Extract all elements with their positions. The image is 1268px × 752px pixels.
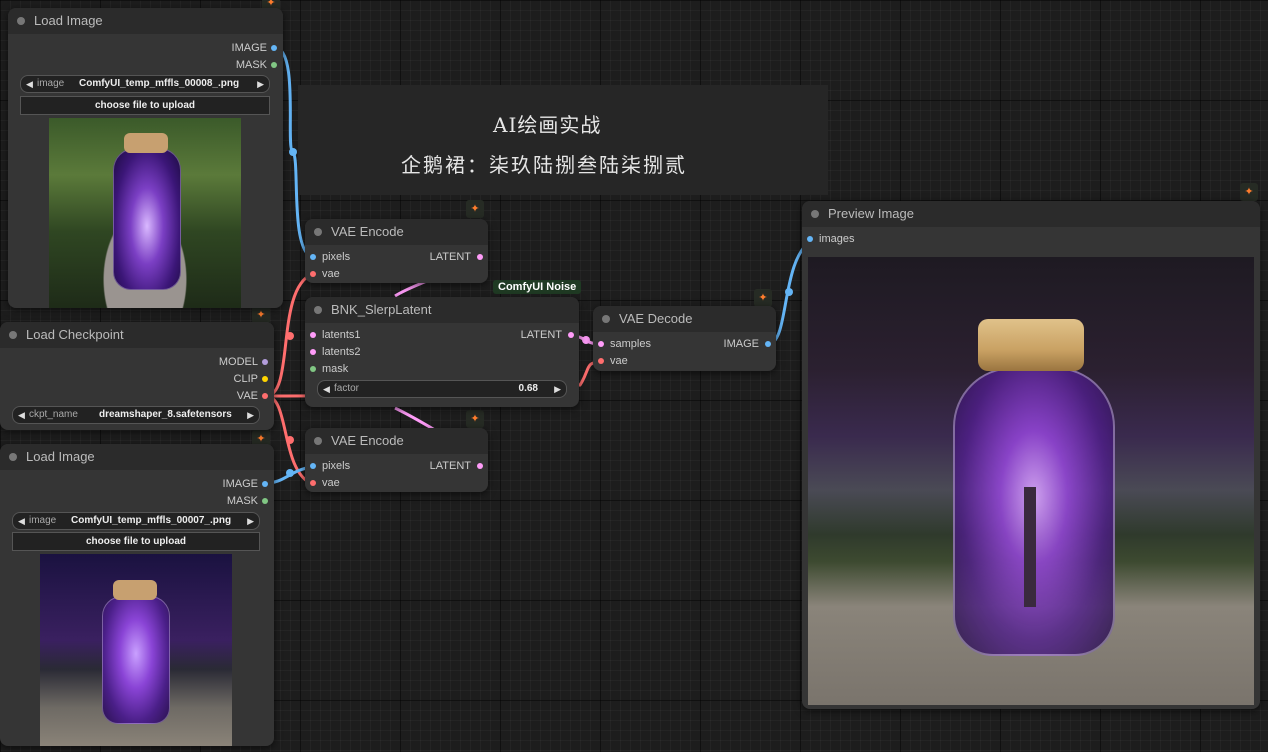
node-title[interactable]: VAE Encode bbox=[305, 428, 488, 454]
arrow-left-icon[interactable]: ◀ bbox=[18, 407, 25, 423]
input-pixels-socket[interactable] bbox=[310, 254, 316, 260]
image-preview-thumbnail bbox=[40, 554, 232, 746]
input-latents1-label: latents1 bbox=[322, 329, 361, 341]
arrow-left-icon[interactable]: ◀ bbox=[18, 513, 25, 529]
collapse-dot-icon[interactable] bbox=[9, 453, 17, 461]
text-note[interactable]: AI绘画实战 企鹅裙：柒玖陆捌叁陆柒捌贰 bbox=[298, 85, 828, 195]
node-title[interactable]: Preview Image bbox=[802, 201, 1260, 227]
vae-encode-node-1[interactable]: VAE Encode pixels vae LATENT bbox=[305, 219, 488, 283]
fox-icon: ✦ bbox=[754, 289, 772, 307]
output-vae-label: VAE bbox=[236, 390, 258, 402]
collapse-dot-icon[interactable] bbox=[17, 17, 25, 25]
output-latent-socket[interactable] bbox=[477, 254, 483, 260]
load-checkpoint-node[interactable]: Load Checkpoint MODEL CLIP VAE ◀ ckpt_na… bbox=[0, 322, 274, 430]
arrow-right-icon[interactable]: ▶ bbox=[257, 76, 264, 92]
output-clip-socket[interactable] bbox=[262, 376, 268, 382]
image-selector[interactable]: ◀ image ComfyUI_temp_mffls_00007_.png ▶ bbox=[12, 512, 260, 530]
fox-icon: ✦ bbox=[1240, 183, 1258, 201]
node-title[interactable]: BNK_SlerpLatent bbox=[305, 297, 579, 323]
output-mask-label: MASK bbox=[226, 495, 258, 507]
output-model-socket[interactable] bbox=[262, 359, 268, 365]
output-model-label: MODEL bbox=[218, 356, 258, 368]
node-title[interactable]: VAE Decode bbox=[593, 306, 776, 332]
output-latent-label: LATENT bbox=[429, 251, 471, 263]
upload-button[interactable]: choose file to upload bbox=[12, 532, 260, 551]
upload-button[interactable]: choose file to upload bbox=[20, 96, 270, 115]
cork-shape bbox=[113, 580, 157, 600]
input-vae-socket[interactable] bbox=[310, 271, 316, 277]
output-mask-socket[interactable] bbox=[271, 62, 277, 68]
input-vae-socket[interactable] bbox=[598, 358, 604, 364]
input-vae-label: vae bbox=[322, 268, 340, 280]
image-preview-thumbnail bbox=[49, 118, 241, 308]
output-latent-socket[interactable] bbox=[477, 463, 483, 469]
load-image-node-1[interactable]: Load Image IMAGE MASK ◀ image ComfyUI_te… bbox=[8, 8, 283, 308]
input-mask-socket[interactable] bbox=[310, 366, 316, 372]
ckpt-name-selector[interactable]: ◀ ckpt_name dreamshaper_8.safetensors ▶ bbox=[12, 406, 260, 424]
cork-shape bbox=[978, 319, 1084, 371]
arrow-right-icon[interactable]: ▶ bbox=[554, 381, 561, 397]
arrow-left-icon[interactable]: ◀ bbox=[26, 76, 33, 92]
node-title[interactable]: Load Checkpoint bbox=[0, 322, 274, 348]
input-mask-label: mask bbox=[322, 363, 349, 375]
output-image-socket[interactable] bbox=[271, 45, 277, 51]
input-samples-label: samples bbox=[610, 338, 651, 350]
collapse-dot-icon[interactable] bbox=[602, 315, 610, 323]
image-selector[interactable]: ◀ image ComfyUI_temp_mffls_00008_.png ▶ bbox=[20, 75, 270, 93]
output-latent-label: LATENT bbox=[520, 329, 562, 341]
jar-shape bbox=[102, 596, 170, 724]
slerp-latent-node[interactable]: BNK_SlerpLatent latents1 latents2 mask L… bbox=[305, 297, 579, 407]
collapse-dot-icon[interactable] bbox=[9, 331, 17, 339]
input-pixels-socket[interactable] bbox=[310, 463, 316, 469]
output-image-label: IMAGE bbox=[723, 338, 759, 350]
vae-decode-node[interactable]: VAE Decode samples vae IMAGE bbox=[593, 306, 776, 371]
collapse-dot-icon[interactable] bbox=[314, 306, 322, 314]
output-image-label: IMAGE bbox=[231, 42, 267, 54]
preview-image-node[interactable]: Preview Image images bbox=[802, 201, 1260, 709]
arrow-right-icon[interactable]: ▶ bbox=[247, 513, 254, 529]
node-title[interactable]: Load Image bbox=[8, 8, 283, 34]
input-latents1-socket[interactable] bbox=[310, 332, 316, 338]
input-pixels-label: pixels bbox=[322, 460, 351, 472]
factor-slider[interactable]: ◀ factor 0.68 ▶ bbox=[317, 380, 567, 398]
node-title[interactable]: VAE Encode bbox=[305, 219, 488, 245]
output-image-label: IMAGE bbox=[222, 478, 258, 490]
input-latents2-label: latents2 bbox=[322, 346, 361, 358]
input-vae-label: vae bbox=[322, 477, 340, 489]
input-samples-socket[interactable] bbox=[598, 341, 604, 347]
input-images-socket[interactable] bbox=[807, 236, 813, 242]
output-mask-socket[interactable] bbox=[262, 498, 268, 504]
collapse-dot-icon[interactable] bbox=[811, 210, 819, 218]
collapse-dot-icon[interactable] bbox=[314, 437, 322, 445]
arrow-right-icon[interactable]: ▶ bbox=[247, 407, 254, 423]
input-vae-label: vae bbox=[610, 355, 628, 367]
input-images-label: images bbox=[819, 233, 855, 245]
output-image-socket[interactable] bbox=[262, 481, 268, 487]
output-clip-label: CLIP bbox=[233, 373, 258, 385]
output-mask-label: MASK bbox=[235, 59, 267, 71]
fox-icon: ✦ bbox=[466, 200, 484, 218]
input-latents2-socket[interactable] bbox=[310, 349, 316, 355]
fox-icon: ✦ bbox=[466, 410, 484, 428]
vae-encode-node-2[interactable]: VAE Encode pixels vae LATENT bbox=[305, 428, 488, 492]
output-latent-label: LATENT bbox=[429, 460, 471, 472]
note-line-2: 企鹅裙：柒玖陆捌叁陆柒捌贰 bbox=[401, 153, 687, 177]
output-vae-socket[interactable] bbox=[262, 393, 268, 399]
note-line-1: AI绘画实战 bbox=[493, 113, 602, 137]
cork-shape bbox=[124, 133, 168, 153]
group-label[interactable]: ComfyUI Noise bbox=[493, 280, 582, 294]
input-vae-socket[interactable] bbox=[310, 480, 316, 486]
node-title[interactable]: Load Image bbox=[0, 444, 274, 470]
jar-shape bbox=[113, 148, 181, 290]
input-pixels-label: pixels bbox=[322, 251, 351, 263]
collapse-dot-icon[interactable] bbox=[314, 228, 322, 236]
output-image-socket[interactable] bbox=[765, 341, 771, 347]
output-image-preview[interactable] bbox=[808, 257, 1254, 705]
output-latent-socket[interactable] bbox=[568, 332, 574, 338]
load-image-node-2[interactable]: Load Image IMAGE MASK ◀ image ComfyUI_te… bbox=[0, 444, 274, 746]
arrow-left-icon[interactable]: ◀ bbox=[323, 381, 330, 397]
tree-trunk-shape bbox=[1024, 487, 1036, 607]
